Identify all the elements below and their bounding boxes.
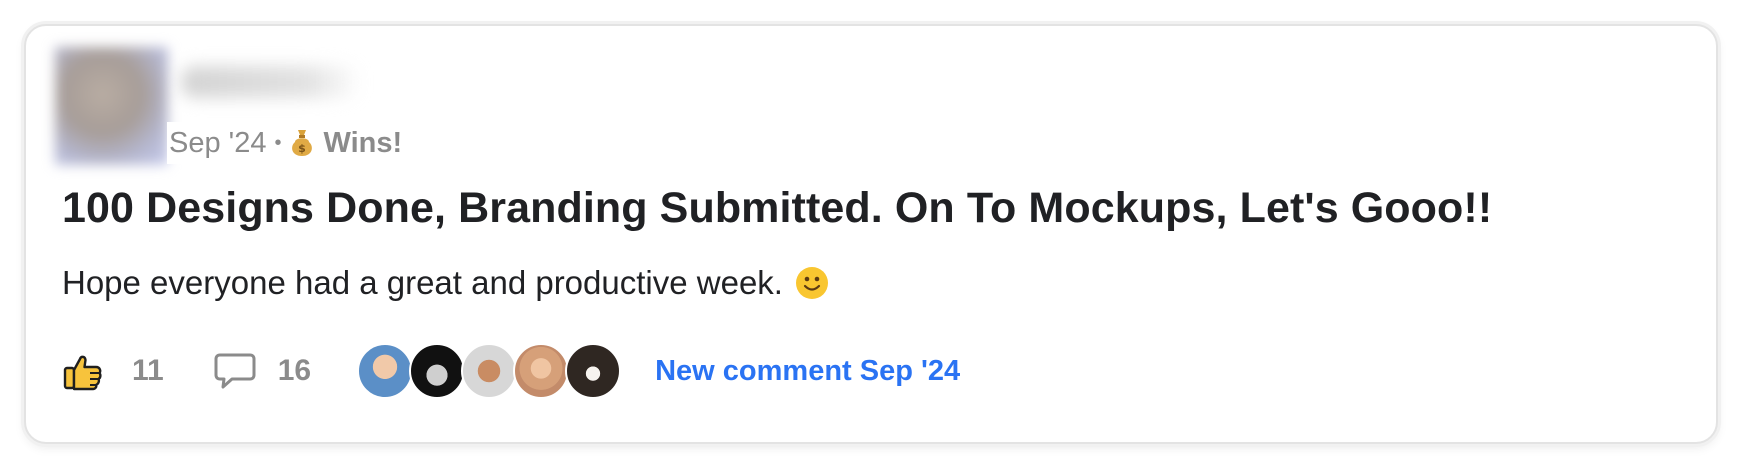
post-category[interactable]: Wins! — [323, 127, 402, 160]
commenter-avatar[interactable] — [409, 343, 466, 399]
meta-separator: • — [274, 131, 282, 154]
author-avatar[interactable] — [55, 47, 168, 165]
like-button[interactable]: 11 — [62, 350, 164, 392]
commenter-avatars[interactable] — [357, 343, 622, 399]
post-actions: 11 16 New comment Sep '24 — [62, 342, 960, 400]
commenter-avatar[interactable] — [565, 343, 622, 399]
svg-text:$: $ — [299, 142, 307, 155]
slightly-smiling-face-icon — [795, 267, 828, 299]
comment-button[interactable]: 16 — [214, 352, 311, 390]
commenter-avatar[interactable] — [461, 343, 518, 399]
post-card[interactable]: Sep '24 • $ Wins! 100 Designs Done, Bran… — [24, 24, 1718, 444]
post-body-text: Hope everyone had a great and productive… — [62, 264, 783, 301]
new-comment-link[interactable]: New comment Sep '24 — [655, 355, 960, 388]
thumbs-up-icon — [63, 355, 102, 391]
comment-count: 16 — [277, 354, 312, 387]
post-title[interactable]: 100 Designs Done, Branding Submitted. On… — [62, 184, 1492, 233]
money-bag-icon: $ — [292, 130, 313, 156]
post-meta: Sep '24 • $ Wins! — [167, 122, 407, 164]
post-date: Sep '24 — [169, 126, 267, 159]
commenter-avatar[interactable] — [513, 343, 570, 399]
comment-icon — [214, 353, 256, 389]
commenter-avatar[interactable] — [357, 343, 414, 399]
author-name[interactable] — [181, 66, 361, 98]
like-count: 11 — [132, 354, 164, 387]
post-body: Hope everyone had a great and productive… — [62, 264, 829, 302]
